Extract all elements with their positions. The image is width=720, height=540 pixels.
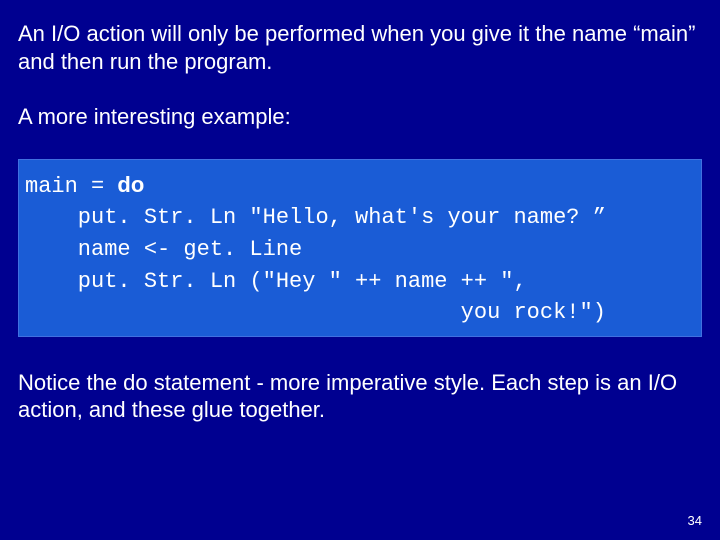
- code-line-2: put. Str. Ln "Hello, what's your name? ”: [25, 205, 606, 230]
- code-line-5: you rock!"): [25, 300, 606, 325]
- slide: An I/O action will only be performed whe…: [0, 0, 720, 540]
- closing-paragraph: Notice the do statement - more imperativ…: [18, 369, 702, 424]
- page-number: 34: [688, 513, 702, 528]
- code-line-3: name <- get. Line: [25, 237, 302, 262]
- code-block: main = do put. Str. Ln "Hello, what's yo…: [18, 159, 702, 337]
- code-line-4: put. Str. Ln ("Hey " ++ name ++ ",: [25, 269, 540, 294]
- example-intro: A more interesting example:: [18, 103, 702, 131]
- intro-paragraph: An I/O action will only be performed whe…: [18, 20, 702, 75]
- code-line-1: main = do: [25, 172, 144, 197]
